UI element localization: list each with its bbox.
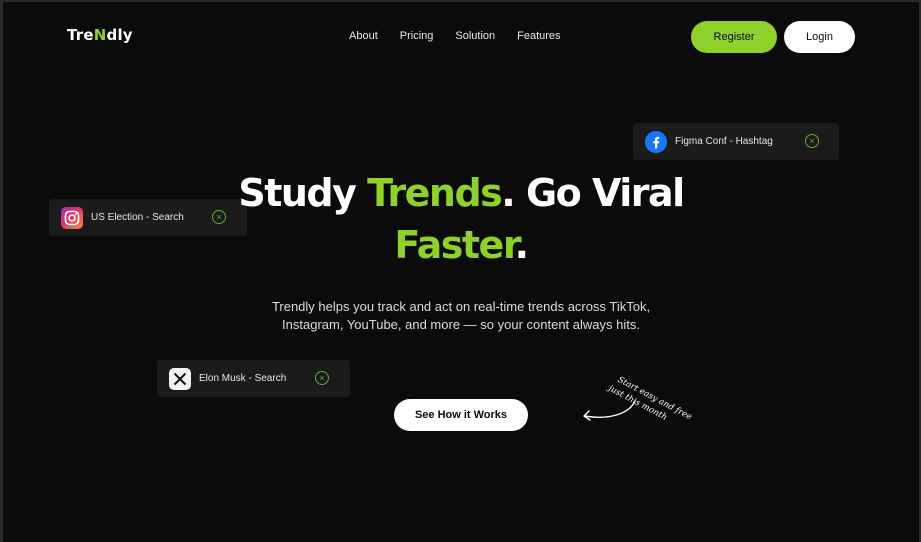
hero-headline-line2: Faster. — [3, 219, 919, 271]
trend-chip-figma-conf[interactable]: Figma Conf - Hashtag × — [633, 123, 839, 160]
nav-item-features[interactable]: Features — [517, 30, 560, 42]
nav-item-pricing[interactable]: Pricing — [400, 30, 434, 42]
headline-part: Study — [238, 171, 368, 215]
logo-text-accent: N — [93, 26, 107, 44]
register-button[interactable]: Register — [691, 21, 777, 53]
logo-text-end: dly — [106, 26, 133, 44]
logo-text-start: Tre — [67, 26, 94, 44]
chip-label: Elon Musk - Search — [199, 373, 287, 384]
main-nav: About Pricing Solution Features — [349, 30, 561, 42]
trend-chip-elon-musk[interactable]: Elon Musk - Search × — [157, 360, 350, 397]
remove-circle-icon[interactable]: × — [805, 134, 819, 148]
page: TreNdly About Pricing Solution Features … — [3, 2, 919, 542]
see-how-it-works-button[interactable]: See How it Works — [394, 399, 528, 431]
nav-item-about[interactable]: About — [349, 30, 378, 42]
login-button[interactable]: Login — [784, 21, 855, 53]
headline-highlight: Trends — [367, 171, 503, 215]
remove-circle-icon[interactable]: × — [315, 371, 329, 385]
hero-headline-line1: Study Trends. Go Viral — [3, 167, 919, 219]
curved-arrow-icon — [583, 400, 636, 421]
facebook-icon — [645, 130, 667, 153]
hero-subtitle: Trendly helps you track and act on real-… — [271, 299, 651, 332]
x-icon — [169, 367, 191, 390]
headline-part: . Go Viral — [501, 171, 685, 215]
headline-highlight: Faster — [394, 223, 516, 267]
nav-item-solution[interactable]: Solution — [455, 30, 495, 42]
logo[interactable]: TreNdly — [67, 26, 133, 44]
headline-part: . — [514, 223, 529, 267]
chip-label: Figma Conf - Hashtag — [675, 136, 773, 147]
